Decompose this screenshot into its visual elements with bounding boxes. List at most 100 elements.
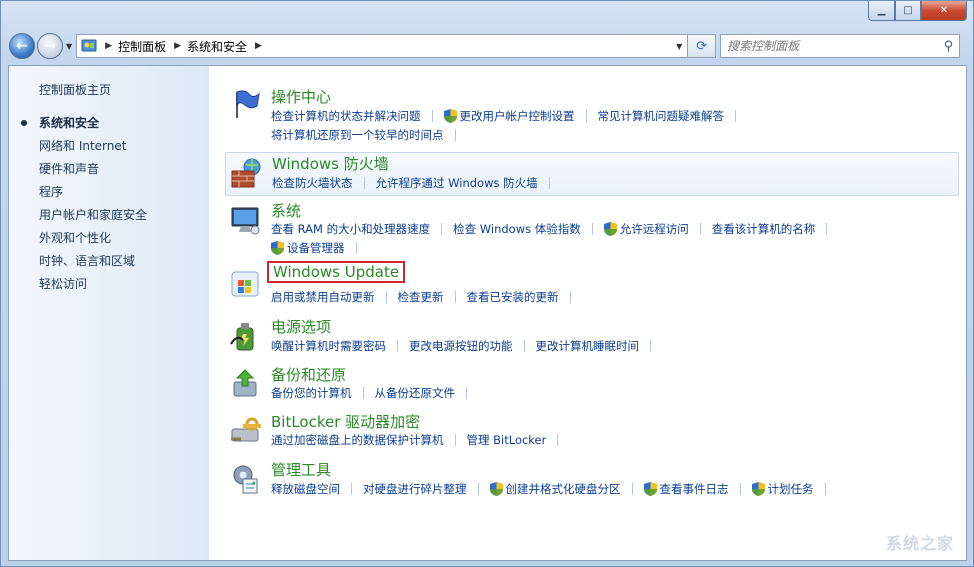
refresh-button[interactable]: ⟳ bbox=[688, 34, 717, 58]
system-icon[interactable] bbox=[229, 204, 261, 236]
task-link-label[interactable]: 将计算机还原到一个较早的时间点 bbox=[271, 127, 444, 143]
task-link[interactable]: 管理 BitLocker bbox=[467, 432, 547, 448]
task-link-label[interactable]: 查看该计算机的名称 bbox=[712, 221, 816, 237]
category-title-6[interactable]: BitLocker 驱动器加密 bbox=[271, 411, 420, 432]
task-link[interactable]: 常见计算机问题疑难解答 bbox=[598, 108, 725, 124]
category-title-7[interactable]: 管理工具 bbox=[271, 459, 331, 480]
forward-button[interactable]: → bbox=[37, 33, 63, 59]
task-link[interactable]: 检查计算机的状态并解决问题 bbox=[271, 108, 421, 124]
sidebar: 控制面板主页 系统和安全网络和 Internet 硬件和声音程序用户帐户和家庭安全外… bbox=[9, 66, 209, 560]
power-icon[interactable] bbox=[229, 320, 261, 352]
category-title-5[interactable]: 备份和还原 bbox=[271, 364, 346, 385]
breadcrumb-system-security[interactable]: 系统和安全 bbox=[187, 38, 247, 55]
link-separator bbox=[650, 340, 651, 352]
task-link[interactable]: 允许远程访问 bbox=[603, 221, 689, 237]
task-link-label[interactable]: 更改计算机睡眠时间 bbox=[536, 338, 640, 354]
task-link-label[interactable]: 管理 BitLocker bbox=[467, 432, 547, 448]
search-box[interactable]: ⚲ bbox=[720, 34, 961, 58]
task-link-label[interactable]: 更改电源按钮的功能 bbox=[409, 338, 513, 354]
uac-shield-icon bbox=[643, 482, 657, 496]
task-link[interactable]: 查看 RAM 的大小和处理器速度 bbox=[271, 221, 430, 237]
task-link[interactable]: 查看该计算机的名称 bbox=[712, 221, 816, 237]
task-link[interactable]: 启用或禁用自动更新 bbox=[271, 289, 375, 305]
task-link-label[interactable]: 常见计算机问题疑难解答 bbox=[598, 108, 725, 124]
address-dropdown-icon[interactable]: ▼ bbox=[671, 42, 687, 51]
task-link[interactable]: 计划任务 bbox=[751, 481, 814, 497]
task-link-label[interactable]: 计划任务 bbox=[768, 481, 814, 497]
task-link-label[interactable]: 释放磁盘空间 bbox=[271, 481, 340, 497]
task-link-label[interactable]: 从备份还原文件 bbox=[375, 385, 456, 401]
task-link-label[interactable]: 检查防火墙状态 bbox=[272, 175, 353, 191]
task-link[interactable]: 设备管理器 bbox=[271, 240, 345, 256]
task-link[interactable]: 创建并格式化硬盘分区 bbox=[489, 481, 621, 497]
firewall-icon[interactable] bbox=[230, 157, 262, 189]
task-link-label[interactable]: 更改用户帐户控制设置 bbox=[460, 108, 575, 124]
category-title-0[interactable]: 操作中心 bbox=[271, 86, 331, 107]
task-link-label[interactable]: 唤醒计算机时需要密码 bbox=[271, 338, 386, 354]
task-link-label[interactable]: 备份您的计算机 bbox=[271, 385, 352, 401]
task-link-label[interactable]: 查看 RAM 的大小和处理器速度 bbox=[271, 221, 430, 237]
task-link[interactable]: 允许程序通过 Windows 防火墙 bbox=[376, 175, 538, 191]
maximize-button[interactable]: □ bbox=[895, 1, 921, 21]
task-link[interactable]: 对硬盘进行碎片整理 bbox=[363, 481, 467, 497]
task-link-label[interactable]: 检查更新 bbox=[398, 289, 444, 305]
recent-pages-dropdown-icon[interactable]: ▼ bbox=[66, 42, 72, 51]
task-link[interactable]: 释放磁盘空间 bbox=[271, 481, 340, 497]
breadcrumb-separator-icon[interactable]: ▶ bbox=[255, 41, 262, 51]
sidebar-item-6[interactable]: 外观和个性化 bbox=[39, 229, 111, 246]
task-link[interactable]: 更改用户帐户控制设置 bbox=[443, 108, 575, 124]
sidebar-item-1[interactable]: 系统和安全 bbox=[39, 114, 99, 131]
task-link[interactable]: 从备份还原文件 bbox=[375, 385, 456, 401]
flag-icon[interactable] bbox=[229, 88, 261, 120]
task-link[interactable]: 备份您的计算机 bbox=[271, 385, 352, 401]
search-input[interactable] bbox=[727, 39, 928, 53]
minimize-button[interactable]: ▁ bbox=[868, 1, 895, 21]
task-link[interactable]: 唤醒计算机时需要密码 bbox=[271, 338, 386, 354]
task-link[interactable]: 更改电源按钮的功能 bbox=[409, 338, 513, 354]
sidebar-item-5[interactable]: 用户帐户和家庭安全 bbox=[39, 206, 147, 223]
link-separator bbox=[523, 340, 525, 352]
close-button[interactable]: ✕ bbox=[921, 1, 967, 21]
task-link-label[interactable]: 启用或禁用自动更新 bbox=[271, 289, 375, 305]
breadcrumb-control-panel[interactable]: 控制面板 bbox=[118, 38, 166, 55]
task-link-label[interactable]: 设备管理器 bbox=[287, 240, 345, 256]
task-link[interactable]: 查看已安装的更新 bbox=[467, 289, 559, 305]
task-link-label[interactable]: 查看事件日志 bbox=[660, 481, 729, 497]
category-title-2[interactable]: 系统 bbox=[271, 200, 301, 221]
address-bar[interactable]: ▶ 控制面板 ▶ 系统和安全 ▶ ▼ bbox=[76, 34, 689, 58]
breadcrumb-separator-icon[interactable]: ▶ bbox=[174, 41, 181, 51]
breadcrumb-separator-icon[interactable]: ▶ bbox=[105, 41, 112, 51]
sidebar-item-3[interactable]: 硬件和声音 bbox=[39, 160, 99, 177]
task-link-label[interactable]: 允许程序通过 Windows 防火墙 bbox=[376, 175, 538, 191]
task-link-label[interactable]: 对硬盘进行碎片整理 bbox=[363, 481, 467, 497]
task-link-label[interactable]: 允许远程访问 bbox=[620, 221, 689, 237]
task-link-label[interactable]: 创建并格式化硬盘分区 bbox=[506, 481, 621, 497]
sidebar-item-2[interactable]: 网络和 Internet bbox=[39, 137, 126, 154]
sidebar-item-0[interactable]: 控制面板主页 bbox=[39, 81, 111, 98]
link-separator bbox=[454, 129, 456, 141]
task-link-label[interactable]: 检查计算机的状态并解决问题 bbox=[271, 108, 421, 124]
sidebar-item-8[interactable]: 轻松访问 bbox=[39, 275, 87, 292]
task-link-label[interactable]: 通过加密磁盘上的数据保护计算机 bbox=[271, 432, 444, 448]
task-link[interactable]: 检查防火墙状态 bbox=[272, 175, 353, 191]
task-link[interactable]: 检查 Windows 体验指数 bbox=[453, 221, 581, 237]
admin-tools-icon[interactable] bbox=[229, 463, 261, 495]
link-separator bbox=[631, 483, 633, 495]
sidebar-item-7[interactable]: 时钟、语言和区域 bbox=[39, 252, 135, 269]
search-icon[interactable]: ⚲ bbox=[944, 39, 954, 54]
task-link[interactable]: 通过加密磁盘上的数据保护计算机 bbox=[271, 432, 444, 448]
task-link-label[interactable]: 检查 Windows 体验指数 bbox=[453, 221, 581, 237]
category-title-3[interactable]: Windows Update bbox=[267, 261, 406, 283]
sidebar-item-4[interactable]: 程序 bbox=[39, 183, 63, 200]
bitlocker-icon[interactable] bbox=[229, 415, 261, 447]
backup-icon[interactable] bbox=[229, 368, 261, 400]
windows-update-icon[interactable] bbox=[229, 268, 261, 300]
task-link[interactable]: 查看事件日志 bbox=[643, 481, 729, 497]
task-link[interactable]: 更改计算机睡眠时间 bbox=[536, 338, 640, 354]
category-title-4[interactable]: 电源选项 bbox=[271, 316, 331, 337]
task-link[interactable]: 将计算机还原到一个较早的时间点 bbox=[271, 127, 444, 143]
task-link-label[interactable]: 查看已安装的更新 bbox=[467, 289, 559, 305]
category-title-1[interactable]: Windows 防火墙 bbox=[272, 153, 389, 174]
back-button[interactable]: ← bbox=[9, 33, 35, 59]
task-link[interactable]: 检查更新 bbox=[398, 289, 444, 305]
